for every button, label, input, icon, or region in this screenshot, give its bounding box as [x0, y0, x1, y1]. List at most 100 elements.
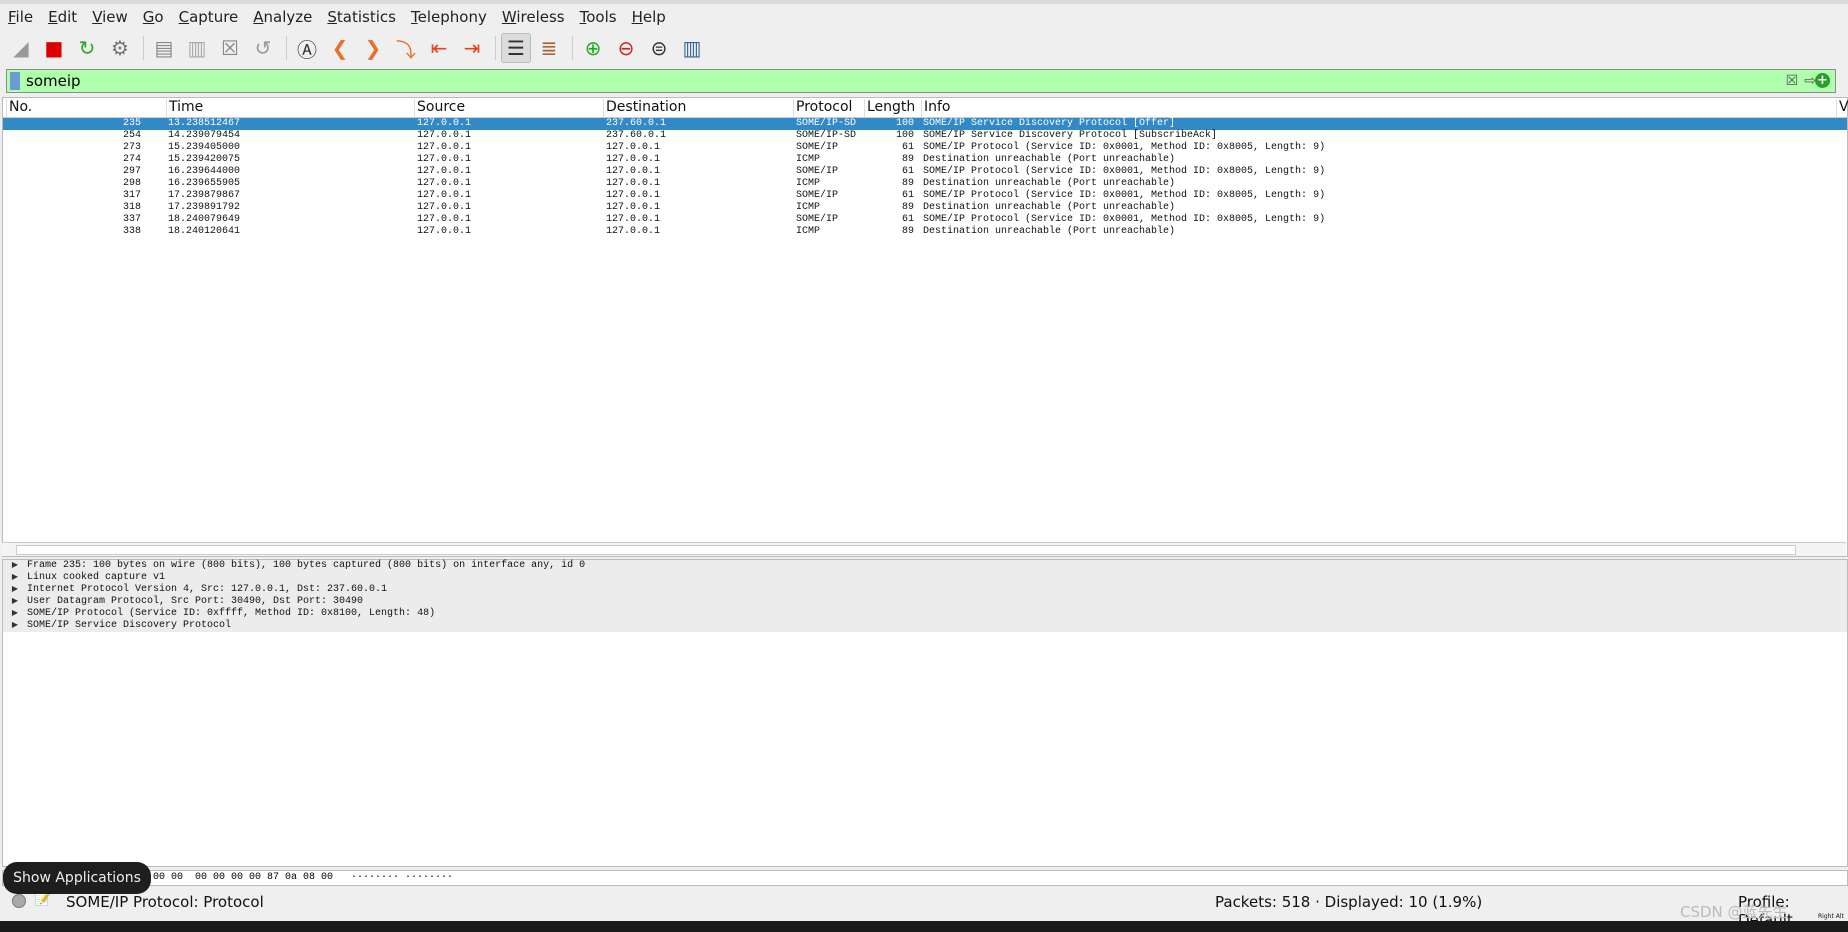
menu-statistics[interactable]: Statistics [327, 8, 396, 26]
show-applications-tooltip: Show Applications [3, 862, 151, 894]
expand-arrow-icon[interactable]: ▶ [3, 596, 27, 608]
toolbar-separator [286, 36, 287, 60]
detail-text: User Datagram Protocol, Src Port: 30490,… [27, 596, 364, 607]
packet-len: 100 [895, 118, 914, 129]
toolbar-separator [495, 36, 496, 60]
detail-text: Linux cooked capture v1 [27, 572, 166, 583]
packet-proto: SOME/IP-SD [796, 118, 857, 129]
packet-no: 297 [122, 166, 141, 177]
packet-len: 100 [895, 130, 914, 141]
packet-row[interactable]: 338 18.240120641 127.0.0.1 127.0.0.1 ICMP 89 D… [3, 226, 1847, 238]
go-forward-icon[interactable]: ❯ [358, 33, 388, 63]
packet-info: Destination unreachable (Port unreachabl… [923, 202, 1176, 213]
menu-wireless[interactable]: Wireless [502, 8, 565, 26]
detail-tree-item[interactable]: ▶ User Datagram Protocol, Src Port: 30490… [3, 596, 1847, 608]
packet-row[interactable]: 274 15.239420075 127.0.0.1 127.0.0.1 ICMP 89 D… [3, 154, 1847, 166]
packet-proto: SOME/IP-SD [796, 130, 857, 141]
bookmark-icon[interactable] [10, 72, 20, 90]
menu-telephony[interactable]: Telephony [411, 8, 487, 26]
zoom-in-icon[interactable]: ⊕ [578, 33, 608, 63]
packet-no: 317 [122, 190, 141, 201]
column-header-0[interactable]: No. [6, 99, 32, 117]
packet-time: 18.240120641 [168, 226, 241, 237]
horizontal-scrollbar[interactable] [2, 542, 1846, 556]
expand-arrow-icon[interactable]: ▶ [3, 584, 27, 596]
packet-row[interactable]: 273 15.239405000 127.0.0.1 127.0.0.1 SOME/IP… [3, 142, 1847, 154]
packet-src: 127.0.0.1 [417, 190, 472, 201]
first-packet-icon[interactable]: ⇤ [424, 33, 454, 63]
go-back-icon[interactable]: ❮ [325, 33, 355, 63]
expert-info-icon[interactable] [12, 894, 26, 908]
menu-file[interactable]: File [8, 8, 33, 26]
packet-info: SOME/IP Protocol (Service ID: 0x0001, Me… [923, 142, 1326, 153]
packet-row[interactable]: 254 14.239079454 127.0.0.1 237.60.0.1 SOME/I… [3, 130, 1847, 142]
last-packet-icon[interactable]: ⇥ [457, 33, 487, 63]
menu-go[interactable]: Go [143, 8, 164, 26]
normal-size-icon[interactable]: ⊜ [644, 33, 674, 63]
packet-row[interactable]: 297 16.239644000 127.0.0.1 127.0.0.1 SOME/IP… [3, 166, 1847, 178]
find-packet-icon[interactable]: Ⓐ [292, 33, 322, 63]
capture-options-icon[interactable]: ⚙ [105, 33, 135, 63]
menu-tools[interactable]: Tools [580, 8, 617, 26]
packet-len: 89 [901, 178, 914, 189]
shark-fin-start-icon[interactable]: ◢ [6, 33, 36, 63]
packet-len: 61 [901, 142, 914, 153]
packet-time: 17.239891792 [168, 202, 241, 213]
packet-row[interactable]: 298 16.239655905 127.0.0.1 127.0.0.1 ICMP 89 D… [3, 178, 1847, 190]
menu-bar: File Edit View Go Capture Analyze Statistics Te… [0, 0, 1848, 30]
column-header-1[interactable]: Time [166, 99, 203, 117]
expand-arrow-icon[interactable]: ▶ [3, 608, 27, 620]
detail-tree-item[interactable]: ▶ Internet Protocol Version 4, Src: 127.0… [3, 584, 1847, 596]
add-filter-button-icon[interactable]: + [1815, 73, 1830, 88]
column-header-3[interactable]: Destination [603, 99, 686, 117]
packet-info: Destination unreachable (Port unreachabl… [923, 154, 1176, 165]
packet-row[interactable]: 337 18.240079649 127.0.0.1 127.0.0.1 SOME/IP… [3, 214, 1847, 226]
detail-tree-item[interactable]: ▶ SOME/IP Service Discovery Protocol [3, 620, 1847, 632]
column-header-4[interactable]: Protocol [793, 99, 852, 117]
autoscroll-icon[interactable]: ☰ [501, 33, 531, 63]
hex-bytes: 00 00 00 00 00 00 87 0a 08 00 ········ ·… [153, 872, 454, 883]
display-filter-input[interactable] [26, 72, 1786, 90]
clear-filter-icon[interactable]: ☒ [1786, 73, 1799, 89]
watermark: CSDN @蓝先生 [1680, 903, 1788, 921]
save-file-icon[interactable]: ▥ [182, 33, 212, 63]
detail-tree-item[interactable]: ▶ Frame 235: 100 bytes on wire (800 bits)… [3, 560, 1847, 572]
detail-tree-item[interactable]: ▶ SOME/IP Protocol (Service ID: 0xffff, M… [3, 608, 1847, 620]
packet-dst: 127.0.0.1 [606, 166, 661, 177]
zoom-out-icon[interactable]: ⊖ [611, 33, 641, 63]
close-file-icon[interactable]: ☒ [215, 33, 245, 63]
packet-row[interactable]: 317 17.239879867 127.0.0.1 127.0.0.1 SOME/IP… [3, 190, 1847, 202]
expand-arrow-icon[interactable]: ▶ [3, 620, 27, 632]
expand-arrow-icon[interactable]: ▶ [3, 560, 27, 572]
scrollbar-thumb[interactable] [16, 545, 1796, 555]
main-toolbar: ◢ ■ ↻ ⚙ ▤ ▥ ☒ ↺ Ⓐ ❮ ❯ ⤵ ⇤ ⇥ ☰ ≣ ⊕ ⊖ ⊜ ▥ [0, 31, 1848, 65]
stop-capture-icon[interactable]: ■ [39, 33, 69, 63]
column-header-7[interactable]: Vi [1836, 99, 1848, 117]
packet-row[interactable]: 318 17.239891792 127.0.0.1 127.0.0.1 ICMP 89 D… [3, 202, 1847, 214]
colorize-icon[interactable]: ≣ [534, 33, 564, 63]
menu-help[interactable]: Help [632, 8, 666, 26]
reload-file-icon[interactable]: ↺ [248, 33, 278, 63]
display-filter-bar: ☒ ⇨ ▾ [6, 69, 1836, 93]
menu-capture[interactable]: Capture [179, 8, 239, 26]
menu-view[interactable]: View [92, 8, 128, 26]
restart-capture-icon[interactable]: ↻ [72, 33, 102, 63]
open-file-icon[interactable]: ▤ [149, 33, 179, 63]
column-header-6[interactable]: Info [921, 99, 951, 117]
menu-edit[interactable]: Edit [48, 8, 77, 26]
expand-arrow-icon[interactable]: ▶ [3, 572, 27, 584]
packet-no: 318 [122, 202, 141, 213]
packet-dst: 127.0.0.1 [606, 154, 661, 165]
packet-row[interactable]: 235 13.238512467 127.0.0.1 237.60.0.1 SOME/I… [3, 118, 1847, 130]
packet-count: Packets: 518 · Displayed: 10 (1.9%) [1215, 893, 1483, 911]
taskbar [0, 921, 1848, 932]
menu-analyze[interactable]: Analyze [253, 8, 312, 26]
detail-tree-item[interactable]: ▶ Linux cooked capture v1 [3, 572, 1847, 584]
resize-columns-icon[interactable]: ▥ [677, 33, 707, 63]
packet-time: 15.239420075 [168, 154, 241, 165]
go-to-packet-icon[interactable]: ⤵ [391, 33, 421, 63]
column-header-5[interactable]: Length [864, 99, 915, 117]
detail-text: Internet Protocol Version 4, Src: 127.0.… [27, 584, 388, 595]
keyboard-hint: Right Alt [1818, 913, 1844, 920]
column-header-2[interactable]: Source [414, 99, 465, 117]
